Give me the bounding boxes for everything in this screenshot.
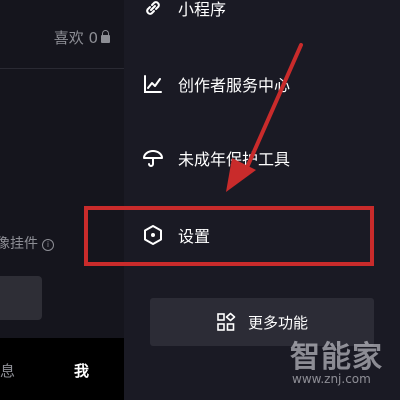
lock-icon xyxy=(101,30,110,43)
menu-item-label: 创作者服务中心 xyxy=(178,76,291,95)
tab-messages[interactable]: 息 xyxy=(0,360,15,381)
likes-label: 喜欢 0 xyxy=(53,29,98,47)
bottom-tabbar: 息 我 xyxy=(0,338,124,400)
pendant-setting[interactable]: 像挂件 i xyxy=(0,233,54,253)
more-features-label: 更多功能 xyxy=(247,313,308,332)
profile-button-partial[interactable] xyxy=(0,276,42,320)
grid-apps-icon xyxy=(216,312,236,332)
chart-line-icon xyxy=(142,73,164,95)
mini-program-link-icon xyxy=(142,0,164,19)
tab-me[interactable]: 我 xyxy=(74,360,89,381)
menu-item-mini-program[interactable]: 小程序 xyxy=(142,0,226,23)
menu-item-label: 小程序 xyxy=(178,0,227,19)
likes-tab[interactable]: 喜欢 0 xyxy=(0,27,110,48)
watermark-url: www.znj.com xyxy=(292,372,371,386)
menu-item-minor-protection[interactable]: 未成年保护工具 xyxy=(142,143,290,173)
pendant-label: 像挂件 xyxy=(0,236,38,252)
menu-item-creator-center[interactable]: 创作者服务中心 xyxy=(142,69,290,99)
settings-highlight-box xyxy=(84,206,374,266)
umbrella-icon xyxy=(142,147,164,169)
info-icon[interactable]: i xyxy=(42,239,54,251)
menu-item-label: 未成年保护工具 xyxy=(178,150,291,169)
profile-page-background: 喜欢 0 像挂件 i 息 我 xyxy=(0,0,124,400)
screen: 喜欢 0 像挂件 i 息 我 小程序 创作者服务中心 未成年保护工具 设置 更多… xyxy=(0,0,400,400)
divider xyxy=(0,68,124,69)
watermark-logo: 智能家 xyxy=(290,340,383,375)
site-watermark: 智能家 www.znj.com xyxy=(290,332,394,394)
